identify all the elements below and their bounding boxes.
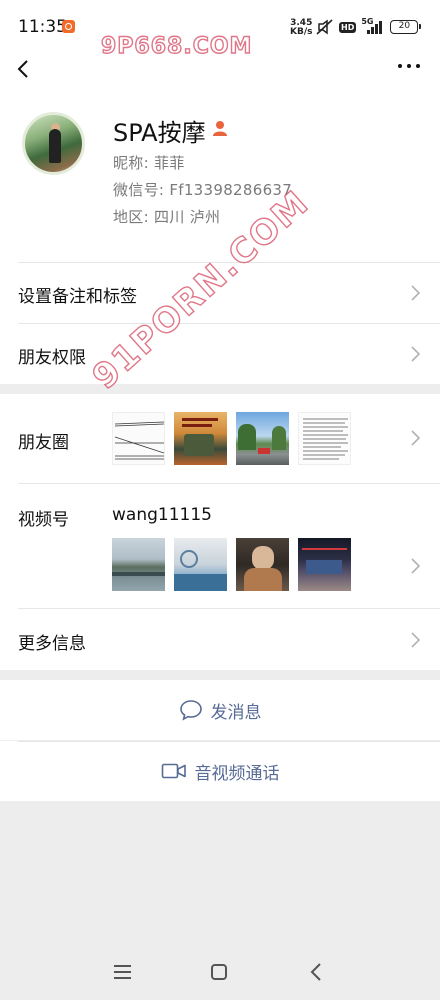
moments-photo [236,412,289,465]
channels-video-thumbnail [112,538,165,591]
app-notification-icon [62,20,75,33]
mute-icon [316,19,333,35]
battery-icon: 20 [390,20,422,34]
system-nav-bar [0,945,440,1000]
status-time: 11:35 [18,17,67,37]
network-speed-unit: KB/s [290,27,313,37]
status-bar: 11:35 3.45 KB/s HD 5G 20 [0,0,440,50]
video-call-label: 音视频通话 [194,763,280,784]
signal-icon: 5G [361,17,385,35]
network-type: 5G [361,17,374,26]
moments-photo [298,412,351,465]
channels-video-thumbnail [298,538,351,591]
hd-voice-icon: HD [339,21,357,33]
profile-card: SPA按摩 昵称: 菲菲 微信号: Ff13398286637 地区: 四川 泸… [0,90,440,262]
avatar[interactable] [22,112,85,175]
moments-row[interactable]: 朋友圈 [0,394,440,483]
send-message-button[interactable]: 发消息 [0,680,440,740]
send-message-label: 发消息 [210,702,262,723]
chevron-right-icon [411,346,420,362]
network-speed: 3.45 KB/s [290,19,312,37]
back-arrow-icon[interactable] [12,56,36,82]
video-camera-icon [161,763,186,779]
friend-permissions-label: 朋友权限 [18,348,86,368]
friend-permissions-row[interactable]: 朋友权限 [0,323,440,384]
home-icon[interactable] [211,964,227,980]
status-icons: HD 5G 20 [316,17,422,36]
contact-profile-screen: 11:35 3.45 KB/s HD 5G 20 SPA按摩 昵称: 菲菲 微信… [0,0,440,1000]
moments-label: 朋友圈 [18,433,69,453]
more-options-icon[interactable] [398,64,420,70]
chevron-right-icon [411,285,420,301]
channels-video-thumbnail [174,538,227,591]
region-line: 地区: 四川 泸州 [113,208,221,226]
wechat-id-line: 微信号: Ff13398286637 [113,181,293,199]
nickname-line: 昵称: 菲菲 [113,154,185,172]
chevron-right-icon [411,632,420,648]
remark-tags-row[interactable]: 设置备注和标签 [0,262,440,323]
remark-tags-label: 设置备注和标签 [18,287,137,307]
chevron-right-icon [411,558,420,574]
channels-row[interactable]: 视频号 wang11115 [0,483,440,608]
nav-bar [0,50,440,90]
person-tag-icon [213,121,227,136]
more-info-row[interactable]: 更多信息 [0,608,440,670]
moments-photo [174,412,227,465]
chat-bubble-icon [179,700,202,721]
battery-level: 20 [398,21,411,31]
more-info-label: 更多信息 [18,634,86,654]
video-call-button[interactable]: 音视频通话 [0,741,440,801]
display-name: SPA按摩 [113,119,206,147]
system-back-icon[interactable] [310,963,322,981]
moments-photo [112,412,165,465]
channels-id: wang11115 [112,505,212,525]
channels-video-thumbnail [236,538,289,591]
channels-label: 视频号 [18,510,69,530]
chevron-right-icon [411,430,420,446]
recent-apps-icon[interactable] [114,965,131,979]
